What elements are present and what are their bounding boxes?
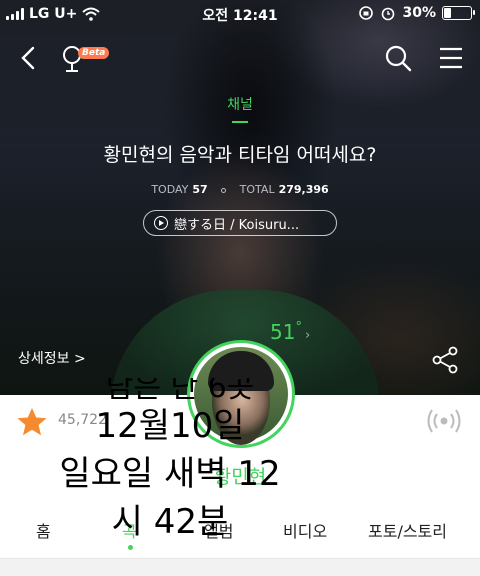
channel-title: 황민현의 음악과 티타임 어떠세요? [103,144,377,166]
now-playing-button[interactable]: 戀する日 / Koisuru... [143,210,337,236]
chevron-right-icon: › [304,328,311,343]
song-title: 戀する日 / Koisuru... [174,217,300,233]
back-arrow-icon[interactable] [16,44,42,72]
total-value: 279,396 [278,183,329,196]
caption-line: 일요일 새벽 12 [59,454,281,494]
separator-dot [221,187,227,193]
detail-info-link[interactable]: 상세정보 > [18,348,86,368]
channel-underline [232,121,248,123]
caption-line: 12월10일 [95,406,245,446]
app-screen: LG U+ 오전 12:41 30% Beta 채널 황민현의 음악과 티타임 … [0,0,480,576]
temperature-badge[interactable]: 51°› [270,320,310,344]
content-area [0,559,480,576]
broadcast-icon[interactable] [424,406,464,436]
today-label: TODAY [151,183,189,196]
temperature-unit: ° [295,320,302,335]
caption-overlay: 담은 단 6곳 12월10일 일요일 새벽 12 시 42분 [0,378,340,546]
mic-button[interactable]: Beta [60,42,110,76]
play-icon [154,216,168,230]
caption-line: 시 42분 [111,502,229,542]
tab-photo-story[interactable]: 포토/스토리 [368,518,447,542]
battery-percent: 30% [402,5,436,21]
caption-line: 담은 단 6곳 [105,378,255,402]
status-bar: LG U+ 오전 12:41 30% [0,0,480,28]
today-value: 57 [192,183,208,196]
alarm-icon [382,7,395,21]
beta-badge: Beta [78,47,110,59]
share-icon[interactable] [430,346,460,374]
channel-label: 채널 [227,97,253,113]
total-label: TOTAL [239,183,275,196]
rotation-lock-icon [359,6,374,20]
battery-icon [442,6,475,20]
menu-icon[interactable] [438,44,464,72]
temperature-value: 51 [270,320,296,344]
visit-stats: TODAY 57 TOTAL 279,396 [0,183,480,196]
search-icon[interactable] [384,44,412,72]
